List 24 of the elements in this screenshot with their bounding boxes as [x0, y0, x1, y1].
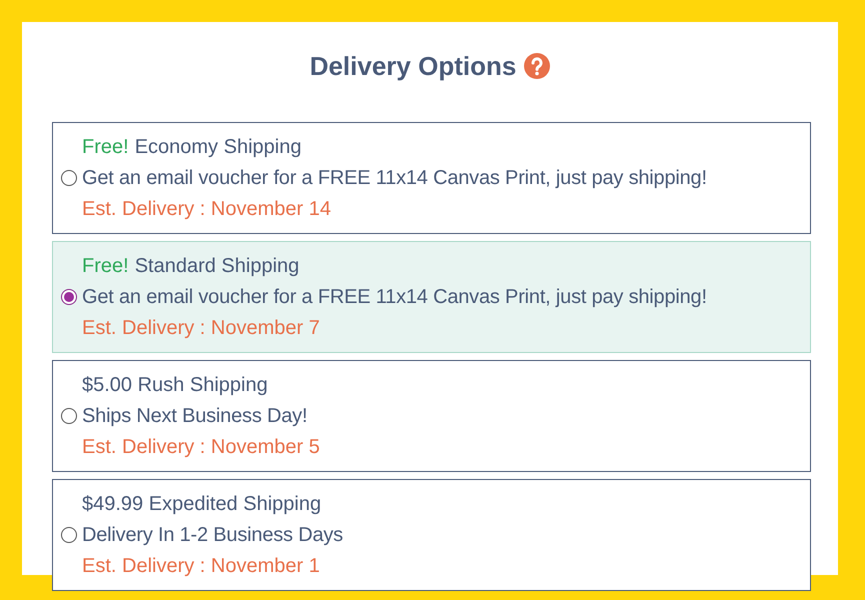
option-name: Economy Shipping: [134, 134, 302, 160]
free-label: Free!: [82, 134, 129, 160]
option-name: $49.99 Expedited Shipping: [82, 492, 322, 516]
radio-button[interactable]: [61, 408, 77, 424]
shipping-option[interactable]: $5.00 Rush Shipping Ships Next Business Day! Est. Delivery : November 5: [52, 360, 811, 472]
page-title: Delivery Options: [310, 50, 516, 82]
radio-button[interactable]: [61, 289, 77, 305]
option-name: Standard Shipping: [134, 254, 300, 278]
option-description: Ships Next Business Day!: [82, 404, 308, 428]
radio-button[interactable]: [61, 170, 77, 186]
free-label: Free!: [82, 254, 129, 278]
option-name: $5.00 Rush Shipping: [82, 372, 268, 398]
shipping-option[interactable]: $49.99 Expedited Shipping Delivery In 1-2 Business Days Est. Delivery : November 1: [52, 479, 811, 591]
delivery-estimate: Est. Delivery : November 7: [82, 316, 321, 340]
option-description: Delivery In 1-2 Business Days: [82, 522, 343, 548]
radio-button[interactable]: [61, 527, 77, 543]
help-icon[interactable]: [524, 53, 550, 79]
delivery-estimate: Est. Delivery : November 5: [82, 434, 320, 460]
shipping-option[interactable]: Free! Standard Shipping Get an email voucher for a FREE 11x14 Canvas Print, just pay shipping! Est. Delivery : November 7: [52, 241, 811, 353]
option-description: Get an email voucher for a FREE 11x14 Canvas Print, just pay shipping!: [82, 166, 707, 190]
delivery-estimate: Est. Delivery : November 14: [82, 196, 332, 222]
delivery-estimate: Est. Delivery : November 1: [82, 554, 321, 578]
shipping-option[interactable]: Free! Economy Shipping Get an email voucher for a FREE 11x14 Canvas Print, just pay shipping! Est. Delivery : November 14: [52, 122, 811, 234]
option-description: Get an email voucher for a FREE 11x14 Canvas Print, just pay shipping!: [82, 284, 707, 310]
